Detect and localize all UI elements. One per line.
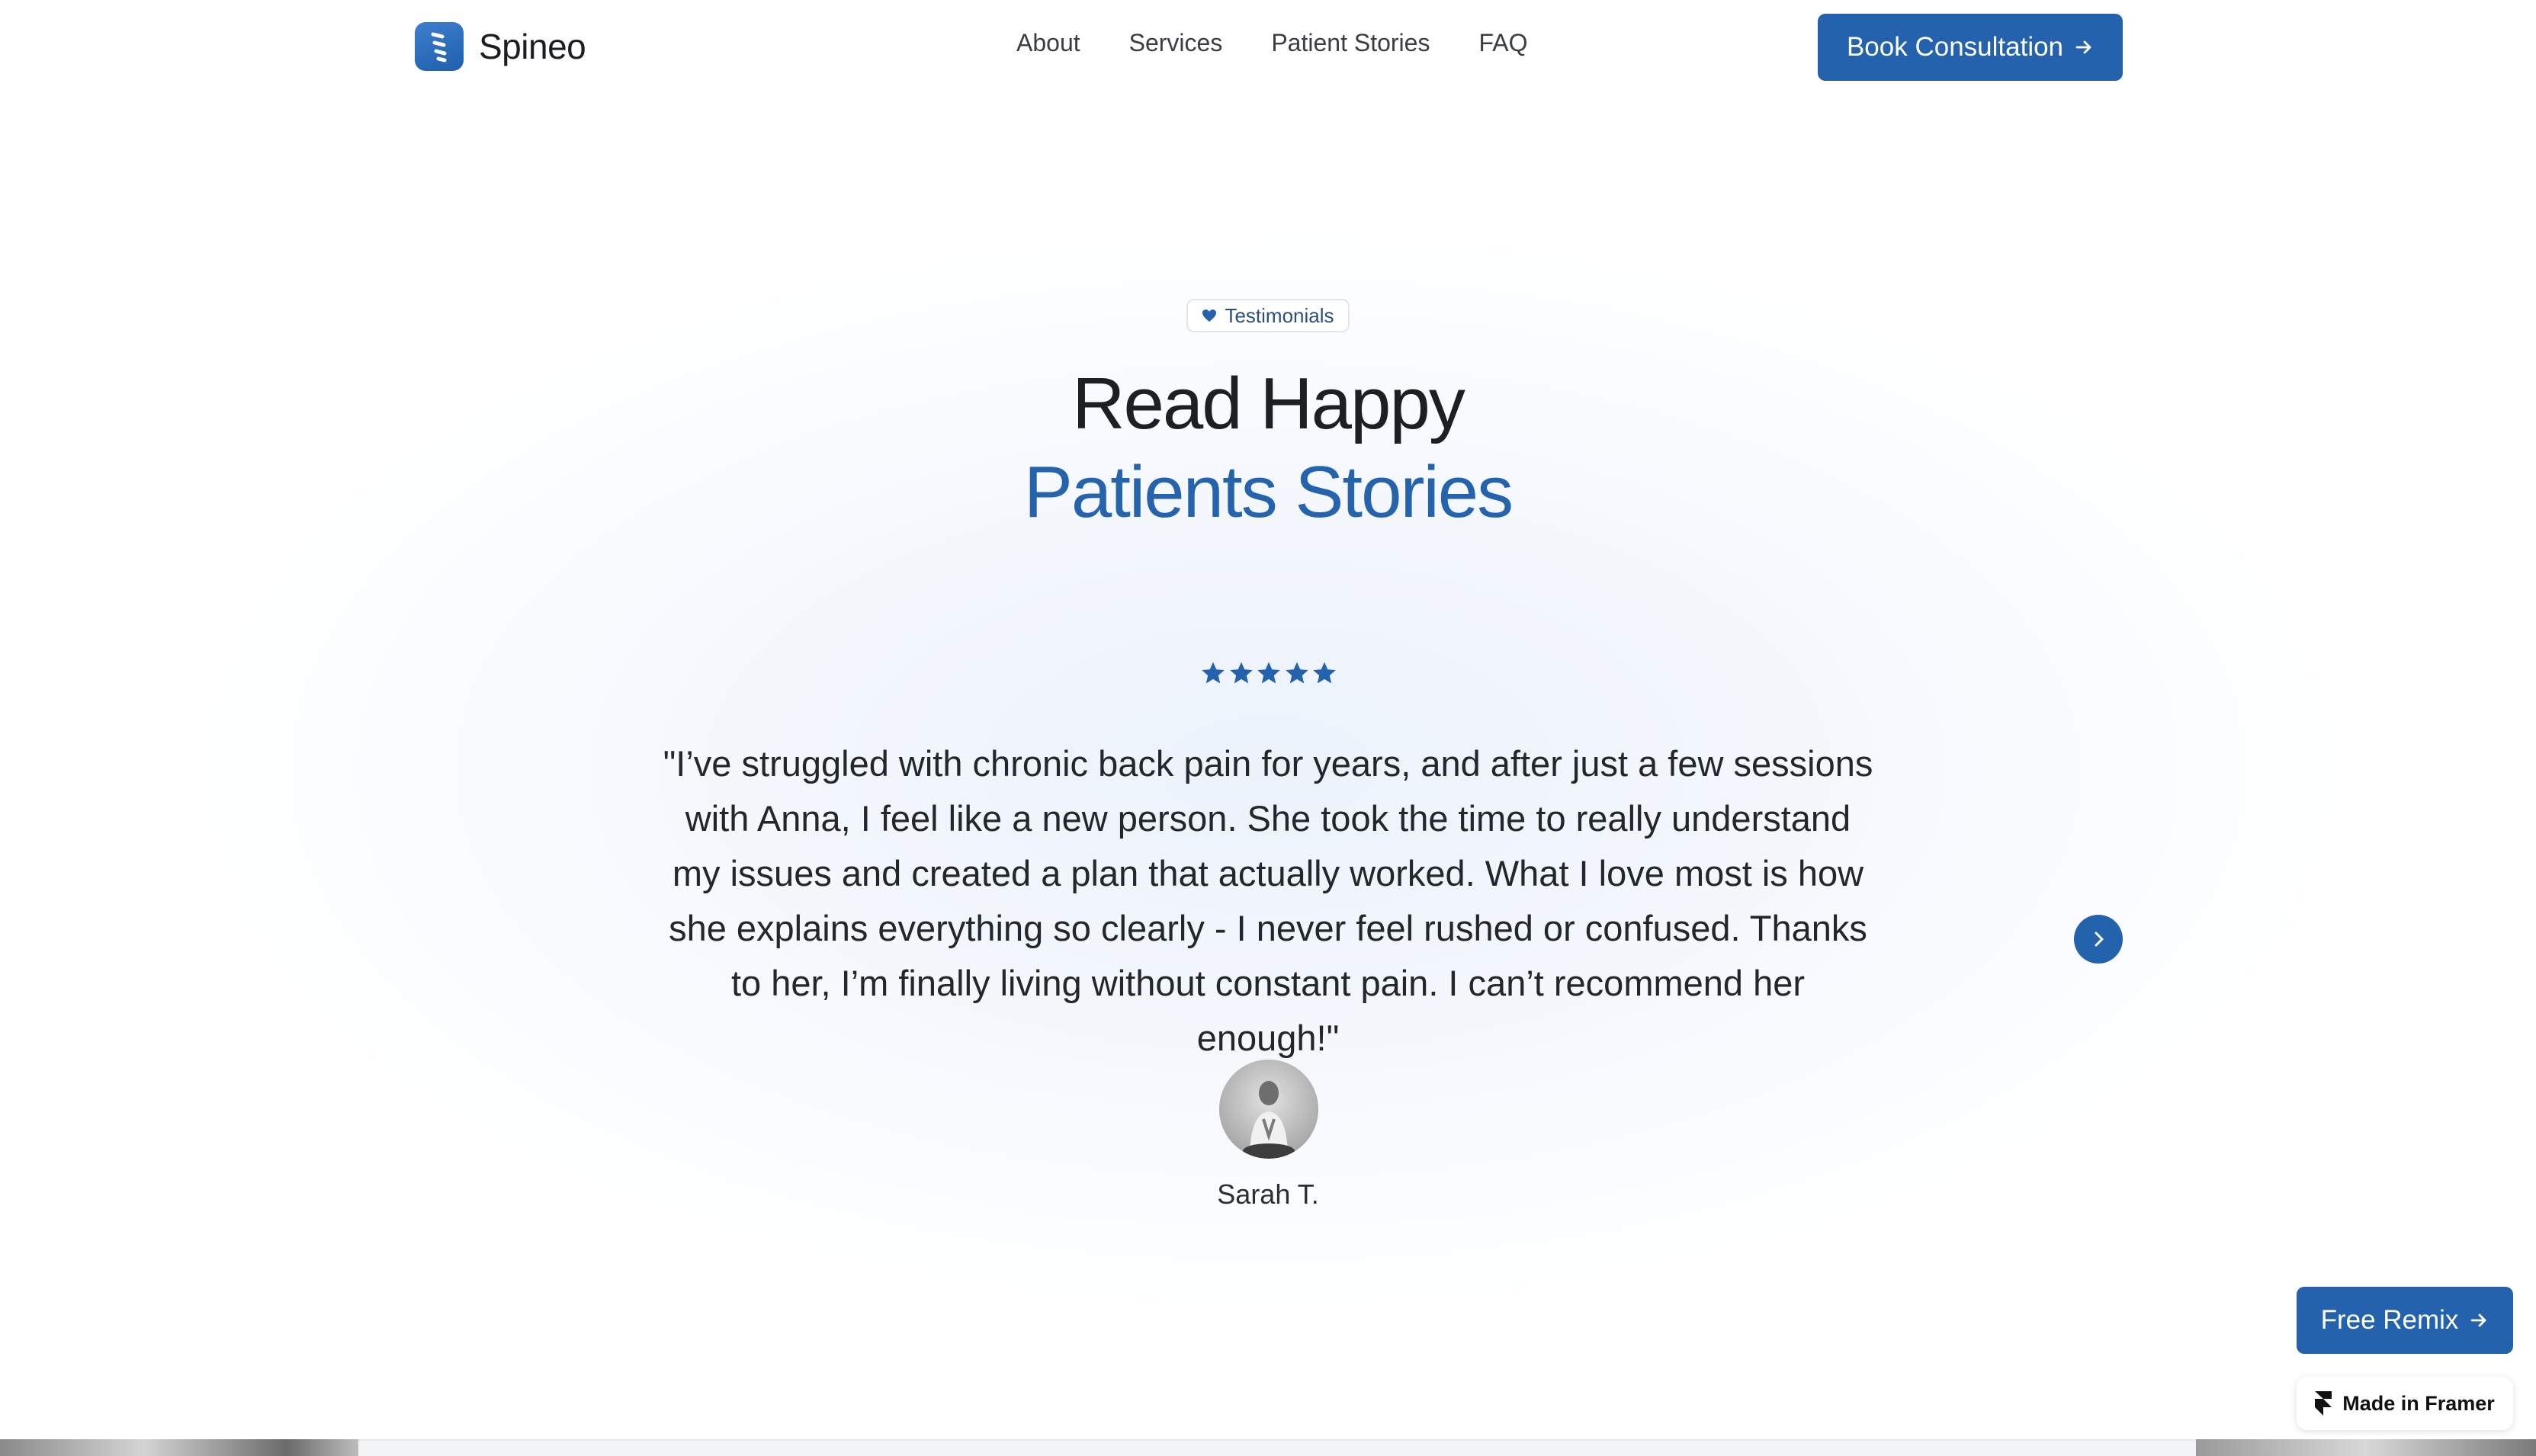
badge-label: Testimonials <box>1225 303 1334 327</box>
made-in-framer-label: Made in Framer <box>2342 1391 2495 1415</box>
preview-panel <box>358 1439 2196 1456</box>
framer-logo-icon <box>2315 1391 2332 1416</box>
spine-logo-icon <box>415 22 464 71</box>
preview-image-left <box>0 1439 358 1456</box>
nav-link-faq[interactable]: FAQ <box>1478 29 1527 57</box>
preview-image-right <box>2196 1439 2536 1456</box>
heart-icon <box>1202 309 1217 322</box>
chevron-right-icon <box>2095 932 2104 947</box>
next-testimonial-button[interactable] <box>2074 915 2123 964</box>
book-consultation-button[interactable]: Book Consultation <box>1818 14 2123 81</box>
free-remix-button[interactable]: Free Remix <box>2297 1287 2513 1354</box>
nav-link-services[interactable]: Services <box>1129 29 1223 57</box>
top-navbar: Spineo About Services Patient Stories FA… <box>0 0 2536 95</box>
testimonial-author: Sarah T. <box>1217 1179 1319 1210</box>
star-icon <box>1285 662 1308 684</box>
avatar <box>1219 1060 1318 1159</box>
nav-link-patient-stories[interactable]: Patient Stories <box>1271 29 1430 57</box>
section-title-line2: Patients Stories <box>1023 451 1514 533</box>
nav-link-about[interactable]: About <box>1016 29 1080 57</box>
next-section-preview <box>0 1439 2536 1456</box>
star-rating <box>1200 660 1337 688</box>
star-icon <box>1229 662 1253 684</box>
brand-name: Spineo <box>479 27 586 66</box>
star-icon <box>1202 662 1225 684</box>
testimonials-badge: Testimonials <box>1186 299 1350 332</box>
book-consultation-label: Book Consultation <box>1846 32 2064 62</box>
nav-links: About Services Patient Stories FAQ <box>1016 29 1527 57</box>
arrow-right-icon <box>2471 1313 2486 1327</box>
star-icon <box>1257 662 1280 684</box>
arrow-right-icon <box>2075 40 2091 54</box>
free-remix-label: Free Remix <box>2320 1305 2459 1335</box>
star-icon <box>1313 662 1336 684</box>
made-in-framer-badge[interactable]: Made in Framer <box>2297 1377 2513 1430</box>
brand-logo[interactable]: Spineo <box>415 22 586 71</box>
section-title-line1: Read Happy <box>1072 363 1465 444</box>
testimonial-quote: "I’ve struggled with chronic back pain f… <box>663 743 1873 1058</box>
